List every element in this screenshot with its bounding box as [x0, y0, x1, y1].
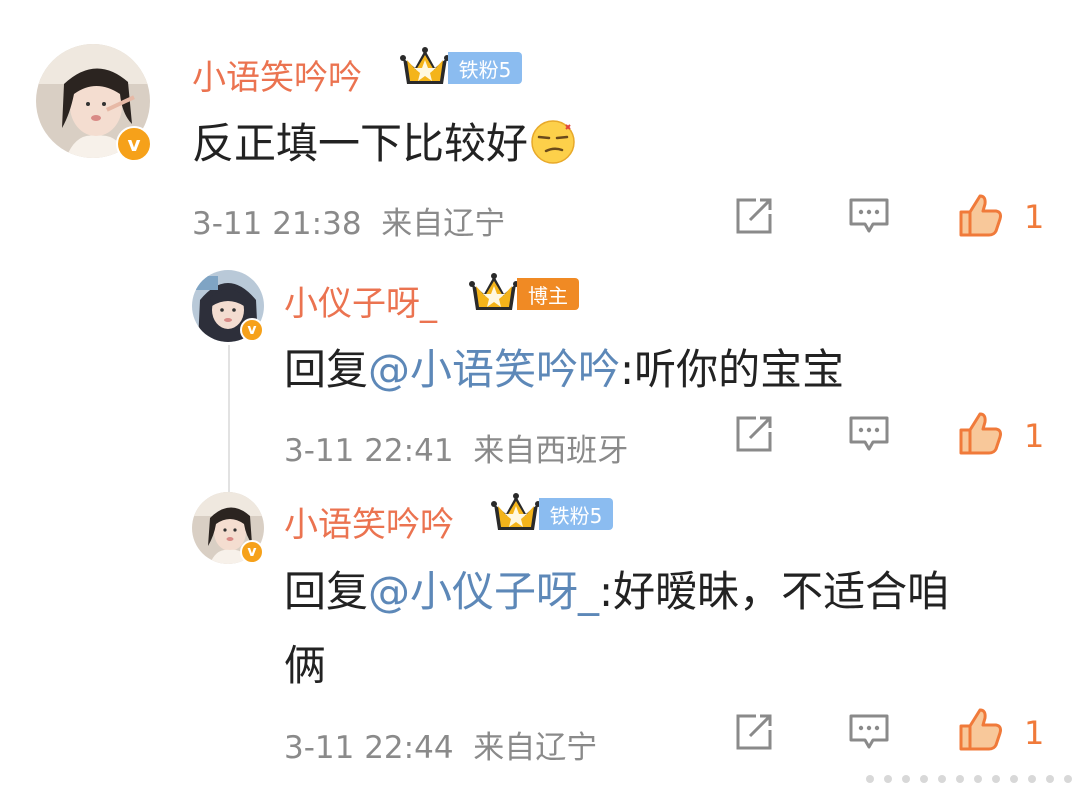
timestamp: 3-11 22:41 — [284, 433, 454, 469]
thumbs-up-icon[interactable] — [958, 706, 1004, 756]
reply-thread-line — [228, 345, 230, 495]
timestamp: 3-11 22:44 — [284, 730, 454, 766]
comment-content: 反正填一下比较好 — [192, 119, 529, 168]
mention-link[interactable]: @小语笑吟吟 — [368, 345, 620, 394]
timestamp: 3-11 21:38 — [192, 206, 362, 242]
username[interactable]: 小语笑吟吟 — [284, 497, 454, 546]
crown-icon — [490, 492, 542, 538]
fan-level-badge: 铁粉5 — [448, 52, 522, 84]
comment-icon[interactable] — [848, 712, 890, 756]
verified-v-icon: v — [240, 318, 264, 342]
crown-icon — [468, 272, 520, 318]
crown-icon — [399, 46, 451, 92]
like-count: 1 — [1024, 198, 1045, 236]
comment-meta: 3-11 22:44 来自辽宁 — [284, 722, 597, 767]
username[interactable]: 小语笑吟吟 — [192, 50, 362, 99]
watermark-dots — [866, 775, 1072, 783]
comment-icon[interactable] — [848, 196, 890, 240]
reply-content: :听你的宝宝 — [620, 345, 845, 394]
repost-icon[interactable] — [734, 414, 774, 458]
verified-v-icon: v — [116, 126, 152, 162]
location: 来自辽宁 — [381, 206, 506, 242]
reply-prefix: 回复 — [284, 345, 369, 394]
location: 来自西班牙 — [473, 433, 629, 469]
reply-content: :好暧昧，不适合咱 — [599, 567, 950, 616]
like-count: 1 — [1024, 417, 1045, 455]
avatar[interactable]: v — [36, 44, 152, 162]
reply-prefix: 回复 — [284, 567, 369, 616]
verified-v-icon: v — [240, 540, 264, 564]
like-count: 1 — [1024, 714, 1045, 752]
thumbs-up-icon[interactable] — [958, 192, 1004, 242]
smirk-emoji-icon — [530, 119, 576, 175]
comment-meta: 3-11 21:38 来自辽宁 — [192, 198, 505, 243]
fan-level-badge: 铁粉5 — [539, 498, 613, 530]
mention-link[interactable]: @小仪子呀_ — [368, 567, 599, 616]
thumbs-up-icon[interactable] — [958, 410, 1004, 460]
comment-meta: 3-11 22:41 来自西班牙 — [284, 425, 628, 470]
reply-text-line2: 俩 — [284, 641, 327, 690]
avatar[interactable]: v — [192, 492, 264, 564]
comment-text: 反正填一下比较好 — [192, 110, 576, 175]
reply-text: 回复@小仪子呀_:好暧昧，不适合咱 — [284, 558, 949, 619]
comment-icon[interactable] — [848, 414, 890, 458]
repost-icon[interactable] — [734, 196, 774, 240]
reply-text: 回复@小语笑吟吟:听你的宝宝 — [284, 336, 844, 397]
username[interactable]: 小仪子呀_ — [284, 276, 437, 325]
avatar[interactable]: v — [192, 270, 264, 342]
location: 来自辽宁 — [473, 730, 598, 766]
repost-icon[interactable] — [734, 712, 774, 756]
blogger-badge: 博主 — [517, 278, 579, 310]
